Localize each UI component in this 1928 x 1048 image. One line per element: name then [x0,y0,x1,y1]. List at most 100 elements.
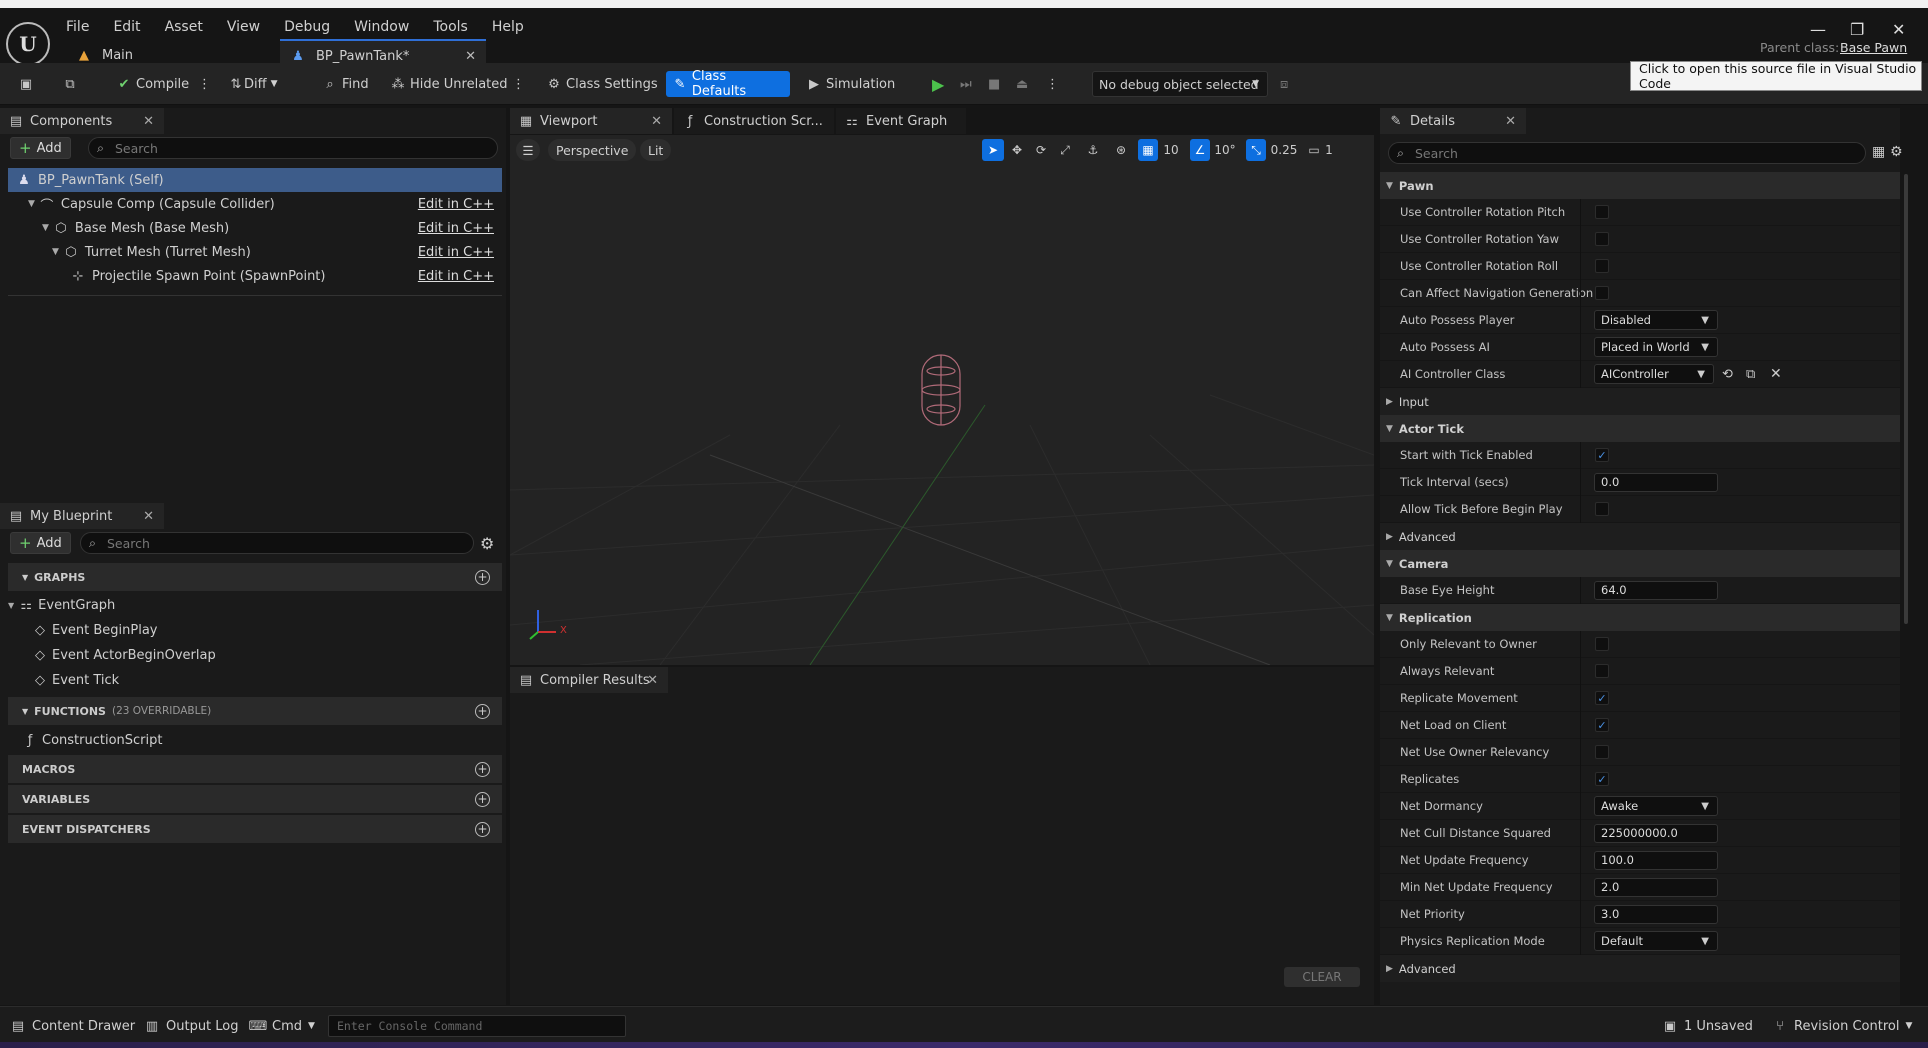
unsaved-button[interactable]: ▣ 1 Unsaved [1662,1015,1753,1037]
compile-button[interactable]: ✔ Compile [110,71,195,97]
simulation-button[interactable]: ▶ Simulation [800,71,901,97]
add-graph-icon[interactable]: + [475,569,490,585]
event-item[interactable]: ◇ Event BeginPlay [32,619,158,641]
gear-icon[interactable]: ⚙ [480,534,494,553]
event-graph-item[interactable]: ▼ ⚏ EventGraph [8,594,115,616]
revision-control-button[interactable]: ⑂ Revision Control ▼ [1772,1015,1912,1037]
edit-in-cpp-link[interactable]: Edit in C++ [418,245,494,260]
gear-icon[interactable]: ⚙ [1890,144,1903,160]
perspective-button[interactable]: Perspective [548,139,637,161]
step-icon[interactable]: ⏭ [954,71,978,97]
functions-section[interactable]: ▼ FUNCTIONS (23 OVERRIDABLE) + [8,697,502,725]
add-dispatcher-icon[interactable]: + [475,821,490,837]
lit-button[interactable]: Lit [640,139,672,161]
tab-event-graph[interactable]: ⚏ Event Graph [836,108,966,134]
surface-snap-icon[interactable]: ⚓ [1082,139,1104,161]
scrollbar[interactable] [1904,174,1908,624]
macros-section[interactable]: MACROS + [8,755,502,783]
debug-object-dropdown[interactable]: No debug object selected ▼ [1092,71,1268,97]
construction-script-item[interactable]: ƒ ConstructionScript [22,729,163,751]
use-selected-icon[interactable]: ⟲ [1722,367,1733,382]
checkbox[interactable] [1595,232,1609,246]
menu-edit[interactable]: Edit [113,19,154,35]
net-priority-input[interactable]: 3.0 [1594,904,1718,924]
checkbox[interactable]: ✓ [1595,448,1609,462]
physics-mode-dropdown[interactable]: Default ▼ [1594,931,1718,951]
parent-class-link[interactable]: Base Pawn [1840,40,1907,55]
play-icon[interactable]: ▶ [926,71,950,97]
variables-section[interactable]: VARIABLES + [8,785,502,813]
close-icon[interactable]: ✕ [143,114,154,129]
scale-icon[interactable]: ⤢ [1054,139,1076,161]
add-component-button[interactable]: + Add [10,137,71,159]
category-replication[interactable]: ▼ Replication [1380,604,1900,631]
event-item[interactable]: ◇ Event Tick [32,669,119,691]
play-options-icon[interactable]: ⋮ [1040,71,1065,97]
grid-snap-icon[interactable]: ▦ [1138,139,1158,161]
content-drawer-button[interactable]: ▤ Content Drawer [10,1015,135,1037]
output-log-button[interactable]: ▥ Output Log [144,1015,239,1037]
checkbox[interactable] [1595,205,1609,219]
viewport[interactable]: X ☰ Perspective Lit ➤ ✥ ⟳ ⤢ ⚓ ⊛ ▦ 10 ∠ 1… [510,135,1374,665]
world-local-icon[interactable]: ⊛ [1110,139,1132,161]
auto-possess-ai-dropdown[interactable]: Placed in World ▼ [1594,337,1718,357]
my-blueprint-tab[interactable]: ▤ My Blueprint ✕ [0,503,164,529]
menu-view[interactable]: View [227,19,274,35]
tab-viewport[interactable]: ▦ Viewport ✕ [510,108,672,134]
grid-snap-value[interactable]: 10 [1160,139,1182,161]
event-dispatchers-section[interactable]: EVENT DISPATCHERS + [8,815,502,843]
net-dormancy-dropdown[interactable]: Awake ▼ [1594,796,1718,816]
components-tab[interactable]: ▤ Components ✕ [0,108,164,134]
browse-button[interactable]: ⧉ [56,71,84,97]
viewport-menu-icon[interactable]: ☰ [516,139,540,161]
ai-controller-dropdown[interactable]: AIController ▼ [1594,364,1714,384]
category-advanced-replication[interactable]: ▶ Advanced [1380,955,1900,982]
close-icon[interactable]: ✕ [647,673,658,688]
category-input[interactable]: ▶ Input [1380,388,1900,415]
close-icon[interactable]: ✕ [651,114,662,129]
class-defaults-button[interactable]: ✎ Class Defaults [666,69,790,99]
select-icon[interactable]: ➤ [982,139,1004,161]
class-settings-button[interactable]: ⚙ Class Settings [540,71,664,97]
category-pawn[interactable]: ▼ Pawn [1380,172,1900,199]
checkbox[interactable]: ✓ [1595,718,1609,732]
component-base-mesh[interactable]: ▼ ⬡ Base Mesh (Base Mesh) Edit in C++ [8,216,502,240]
camera-speed-value[interactable]: 1 [1322,139,1336,161]
compile-options-icon[interactable]: ⋮ [192,71,217,97]
components-search[interactable]: ⌕ Search [88,137,498,159]
add-function-icon[interactable]: + [475,703,490,719]
tick-interval-input[interactable]: 0.0 [1594,472,1718,492]
menu-window[interactable]: Window [354,19,423,35]
checkbox[interactable] [1595,259,1609,273]
browse-icon[interactable]: ⧉ [1746,367,1755,382]
find-button[interactable]: ⌕ Find [316,71,375,97]
edit-in-cpp-link[interactable]: Edit in C++ [418,221,494,236]
clear-button[interactable]: CLEAR [1284,967,1360,987]
checkbox[interactable] [1595,664,1609,678]
menu-tools[interactable]: Tools [433,19,482,35]
net-cull-input[interactable]: 225000000.0 [1594,823,1718,843]
camera-speed-icon[interactable]: ▭ [1306,139,1322,161]
cmd-dropdown[interactable]: ⌨ Cmd ▼ [249,1015,315,1037]
close-window-icon[interactable]: ✕ [1892,20,1905,39]
close-icon[interactable]: ✕ [465,49,476,64]
close-icon[interactable]: ✕ [143,509,154,524]
rotation-snap-value[interactable]: 10° [1212,139,1238,161]
add-macro-icon[interactable]: + [475,761,490,777]
component-turret-mesh[interactable]: ▼ ⬡ Turret Mesh (Turret Mesh) Edit in C+… [8,240,502,264]
table-view-icon[interactable]: ▦ [1872,144,1885,160]
checkbox[interactable] [1595,745,1609,759]
scale-snap-value[interactable]: 0.25 [1268,139,1300,161]
eject-icon[interactable]: ⏏ [1010,71,1034,97]
checkbox[interactable]: ✓ [1595,691,1609,705]
tab-construction-script[interactable]: ƒ Construction Scr... [674,108,834,134]
close-icon[interactable]: ✕ [1505,114,1516,129]
diff-button[interactable]: ⇅ Diff ▼ [222,71,284,97]
category-advanced[interactable]: ▶ Advanced [1380,523,1900,550]
rotate-icon[interactable]: ⟳ [1030,139,1052,161]
details-search[interactable]: ⌕ Search [1388,142,1866,164]
component-self[interactable]: ♟ BP_PawnTank (Self) [8,168,502,192]
menu-file[interactable]: File [66,19,103,35]
checkbox[interactable]: ✓ [1595,772,1609,786]
save-button[interactable]: ▣ [12,71,40,97]
